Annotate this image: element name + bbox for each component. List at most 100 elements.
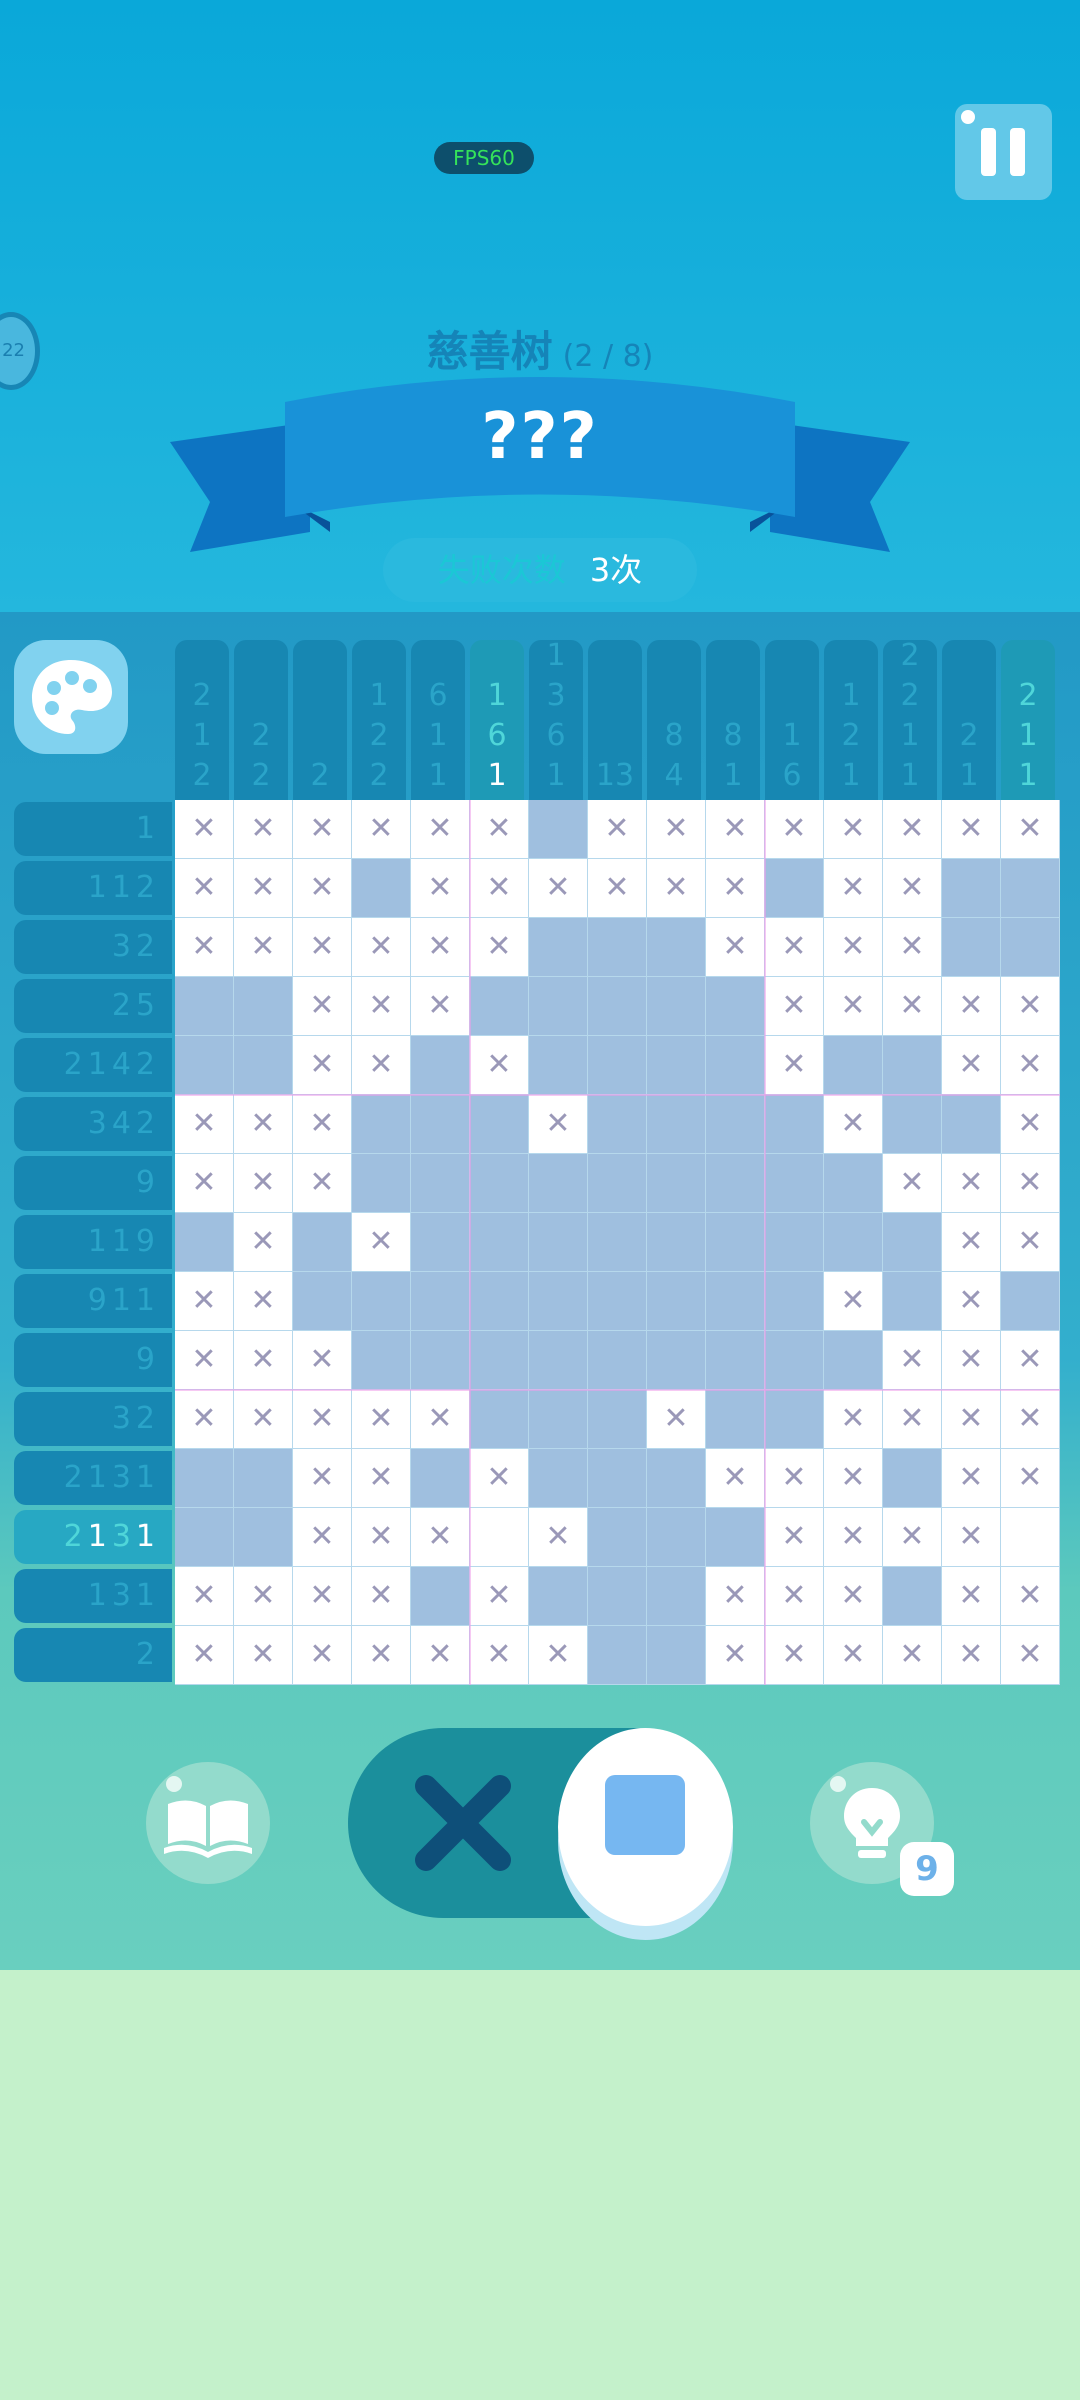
crossed-cell[interactable]: ✕ bbox=[352, 918, 411, 977]
filled-cell[interactable] bbox=[706, 1154, 765, 1213]
filled-cell[interactable] bbox=[588, 1331, 647, 1390]
filled-cell[interactable] bbox=[175, 1036, 234, 1095]
crossed-cell[interactable]: ✕ bbox=[647, 800, 706, 859]
filled-cell[interactable] bbox=[529, 1036, 588, 1095]
crossed-cell[interactable]: ✕ bbox=[1001, 1626, 1060, 1685]
crossed-cell[interactable]: ✕ bbox=[411, 1390, 470, 1449]
crossed-cell[interactable]: ✕ bbox=[942, 1567, 1001, 1626]
filled-cell[interactable] bbox=[529, 1213, 588, 1272]
filled-cell[interactable] bbox=[765, 1272, 824, 1331]
crossed-cell[interactable]: ✕ bbox=[175, 1272, 234, 1331]
mode-toggle[interactable] bbox=[348, 1728, 733, 1926]
filled-cell[interactable] bbox=[588, 1095, 647, 1154]
filled-cell[interactable] bbox=[529, 1272, 588, 1331]
crossed-cell[interactable]: ✕ bbox=[175, 1331, 234, 1390]
filled-cell[interactable] bbox=[175, 977, 234, 1036]
crossed-cell[interactable]: ✕ bbox=[942, 1272, 1001, 1331]
filled-cell[interactable] bbox=[411, 1272, 470, 1331]
crossed-cell[interactable]: ✕ bbox=[706, 918, 765, 977]
filled-cell[interactable] bbox=[647, 1626, 706, 1685]
crossed-cell[interactable]: ✕ bbox=[470, 918, 529, 977]
filled-cell[interactable] bbox=[352, 1272, 411, 1331]
crossed-cell[interactable]: ✕ bbox=[293, 1390, 352, 1449]
filled-cell[interactable] bbox=[234, 1449, 293, 1508]
crossed-cell[interactable]: ✕ bbox=[529, 1626, 588, 1685]
crossed-cell[interactable]: ✕ bbox=[1001, 800, 1060, 859]
filled-cell[interactable] bbox=[411, 1036, 470, 1095]
crossed-cell[interactable]: ✕ bbox=[470, 1626, 529, 1685]
crossed-cell[interactable]: ✕ bbox=[883, 1508, 942, 1567]
filled-cell[interactable] bbox=[175, 1508, 234, 1567]
filled-cell[interactable] bbox=[529, 1449, 588, 1508]
crossed-cell[interactable]: ✕ bbox=[883, 918, 942, 977]
filled-cell[interactable] bbox=[293, 1272, 352, 1331]
crossed-cell[interactable]: ✕ bbox=[824, 918, 883, 977]
crossed-cell[interactable]: ✕ bbox=[411, 859, 470, 918]
filled-cell[interactable] bbox=[765, 1331, 824, 1390]
filled-cell[interactable] bbox=[765, 1095, 824, 1154]
crossed-cell[interactable]: ✕ bbox=[942, 1626, 1001, 1685]
crossed-cell[interactable]: ✕ bbox=[293, 1508, 352, 1567]
filled-cell[interactable] bbox=[529, 1390, 588, 1449]
crossed-cell[interactable]: ✕ bbox=[352, 1036, 411, 1095]
filled-cell[interactable] bbox=[765, 1154, 824, 1213]
filled-cell[interactable] bbox=[529, 977, 588, 1036]
filled-cell[interactable] bbox=[411, 1095, 470, 1154]
filled-cell[interactable] bbox=[588, 918, 647, 977]
crossed-cell[interactable]: ✕ bbox=[293, 1626, 352, 1685]
crossed-cell[interactable]: ✕ bbox=[234, 800, 293, 859]
filled-cell[interactable] bbox=[352, 859, 411, 918]
filled-cell[interactable] bbox=[706, 1331, 765, 1390]
filled-cell[interactable] bbox=[706, 977, 765, 1036]
filled-cell[interactable] bbox=[1001, 859, 1060, 918]
filled-cell[interactable] bbox=[588, 1036, 647, 1095]
filled-cell[interactable] bbox=[824, 1331, 883, 1390]
filled-cell[interactable] bbox=[942, 859, 1001, 918]
crossed-cell[interactable]: ✕ bbox=[293, 977, 352, 1036]
crossed-cell[interactable]: ✕ bbox=[942, 1154, 1001, 1213]
crossed-cell[interactable]: ✕ bbox=[293, 1095, 352, 1154]
filled-cell[interactable] bbox=[529, 918, 588, 977]
filled-cell[interactable] bbox=[234, 1036, 293, 1095]
crossed-cell[interactable]: ✕ bbox=[942, 1449, 1001, 1508]
crossed-cell[interactable]: ✕ bbox=[175, 1095, 234, 1154]
filled-cell[interactable] bbox=[293, 1213, 352, 1272]
crossed-cell[interactable]: ✕ bbox=[824, 1449, 883, 1508]
fill-mode-button[interactable] bbox=[558, 1728, 733, 1926]
crossed-cell[interactable]: ✕ bbox=[942, 1508, 1001, 1567]
crossed-cell[interactable]: ✕ bbox=[706, 1626, 765, 1685]
crossed-cell[interactable]: ✕ bbox=[765, 977, 824, 1036]
filled-cell[interactable] bbox=[470, 1213, 529, 1272]
filled-cell[interactable] bbox=[647, 1213, 706, 1272]
crossed-cell[interactable]: ✕ bbox=[529, 1508, 588, 1567]
filled-cell[interactable] bbox=[529, 1331, 588, 1390]
filled-cell[interactable] bbox=[175, 1449, 234, 1508]
filled-cell[interactable] bbox=[588, 1567, 647, 1626]
crossed-cell[interactable]: ✕ bbox=[588, 859, 647, 918]
filled-cell[interactable] bbox=[942, 1095, 1001, 1154]
crossed-cell[interactable]: ✕ bbox=[647, 1390, 706, 1449]
filled-cell[interactable] bbox=[883, 1272, 942, 1331]
crossed-cell[interactable]: ✕ bbox=[352, 1508, 411, 1567]
empty-cell[interactable] bbox=[470, 1508, 529, 1567]
crossed-cell[interactable]: ✕ bbox=[175, 859, 234, 918]
filled-cell[interactable] bbox=[647, 1095, 706, 1154]
filled-cell[interactable] bbox=[470, 1272, 529, 1331]
filled-cell[interactable] bbox=[352, 1095, 411, 1154]
filled-cell[interactable] bbox=[647, 1272, 706, 1331]
filled-cell[interactable] bbox=[588, 1449, 647, 1508]
filled-cell[interactable] bbox=[706, 1095, 765, 1154]
filled-cell[interactable] bbox=[529, 1154, 588, 1213]
crossed-cell[interactable]: ✕ bbox=[765, 1508, 824, 1567]
filled-cell[interactable] bbox=[883, 1449, 942, 1508]
filled-cell[interactable] bbox=[352, 1331, 411, 1390]
filled-cell[interactable] bbox=[647, 1331, 706, 1390]
crossed-cell[interactable]: ✕ bbox=[588, 800, 647, 859]
crossed-cell[interactable]: ✕ bbox=[1001, 1390, 1060, 1449]
filled-cell[interactable] bbox=[470, 1095, 529, 1154]
crossed-cell[interactable]: ✕ bbox=[293, 859, 352, 918]
crossed-cell[interactable]: ✕ bbox=[352, 800, 411, 859]
crossed-cell[interactable]: ✕ bbox=[234, 1213, 293, 1272]
crossed-cell[interactable]: ✕ bbox=[470, 1567, 529, 1626]
filled-cell[interactable] bbox=[706, 1213, 765, 1272]
